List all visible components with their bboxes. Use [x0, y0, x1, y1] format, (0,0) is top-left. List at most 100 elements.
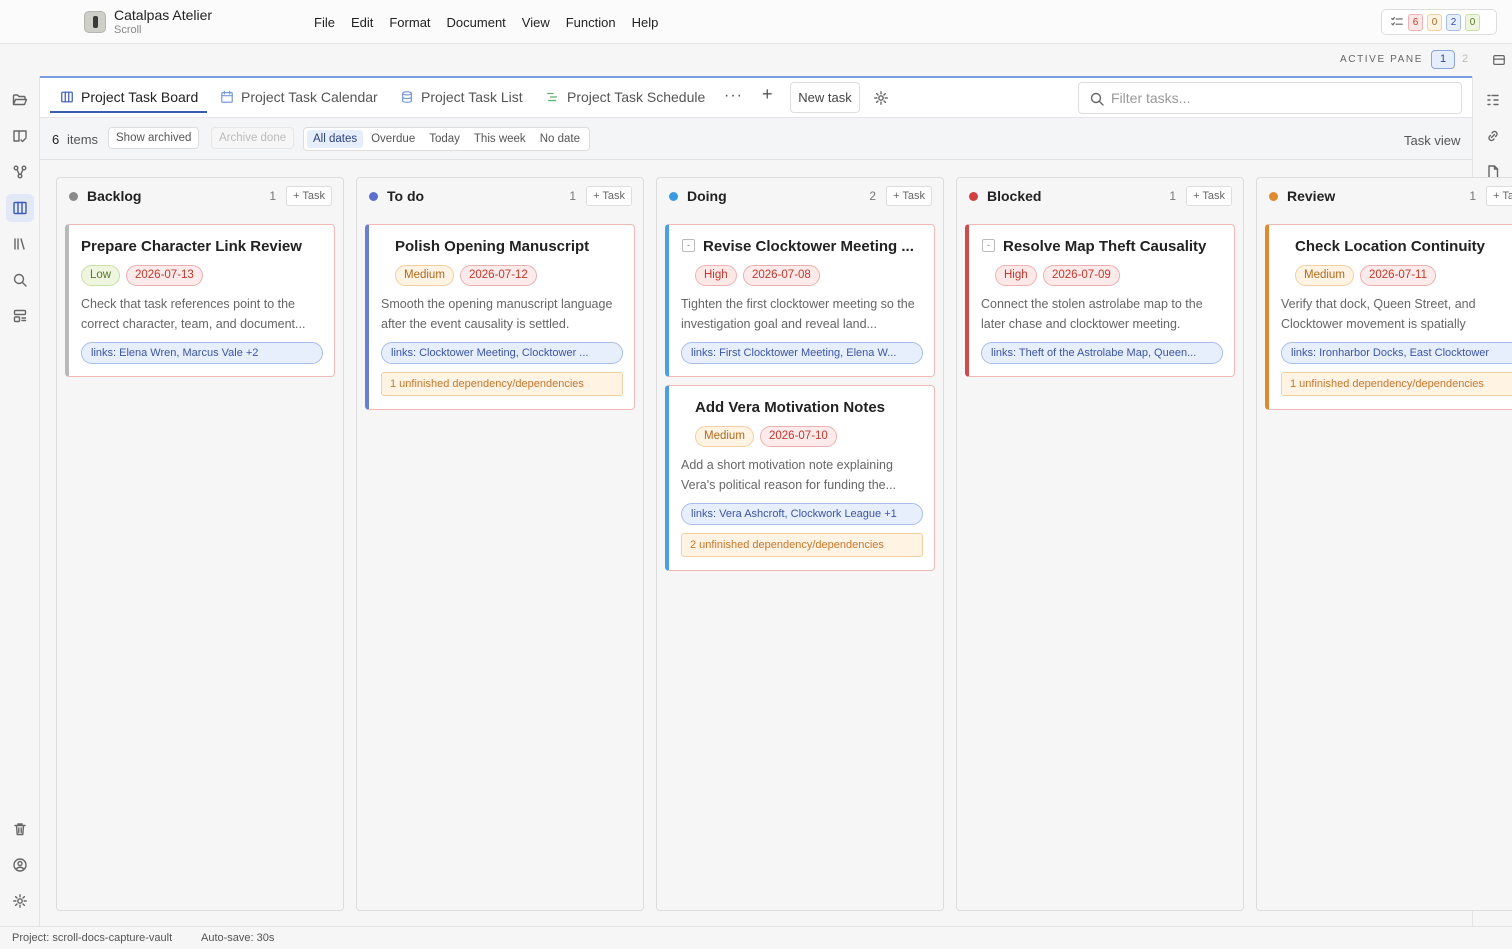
task-card[interactable]: Check Location Continuity Medium 2026-07-1… — [1265, 224, 1512, 410]
task-view-toggle[interactable]: Task view — [1404, 133, 1460, 148]
menu-function[interactable]: Function — [558, 15, 624, 30]
column-count: 1 — [569, 189, 576, 203]
menu-edit[interactable]: Edit — [343, 15, 381, 30]
task-title: Resolve Map Theft Causality — [1003, 238, 1207, 255]
column-count: 1 — [1469, 189, 1476, 203]
item-count: 6 — [52, 132, 60, 147]
dependency-warning: 2 unfinished dependency/dependencies — [681, 533, 923, 557]
menu-file[interactable]: File — [306, 15, 343, 30]
dependency-warning: 1 unfinished dependency/dependencies — [381, 372, 623, 396]
due-date-badge: 2026-07-11 — [1360, 265, 1436, 286]
tab-project-task-list[interactable]: Project Task List — [400, 78, 523, 115]
app-subtitle: Scroll — [114, 24, 142, 36]
date-filter-no-date[interactable]: No date — [534, 130, 586, 148]
library-icon[interactable] — [6, 230, 34, 258]
column-backlog: Backlog 1 + Task Prepare Character Link Rev… — [56, 177, 344, 911]
column-title: To do — [387, 188, 425, 204]
status-project: Project: scroll-docs-capture-vault — [12, 932, 173, 944]
date-filter-overdue[interactable]: Overdue — [365, 130, 421, 148]
search-icon[interactable] — [6, 266, 34, 294]
tab-project-task-calendar[interactable]: Project Task Calendar — [220, 78, 378, 115]
archive-done-button[interactable]: Archive done — [211, 127, 295, 149]
status-dot — [69, 192, 78, 201]
settings-icon[interactable] — [873, 90, 889, 106]
warning-count: 0 — [1427, 13, 1442, 31]
task-description: Connect the stolen astrolabe map to the … — [981, 297, 1203, 331]
pane-2-button[interactable]: 2 — [1462, 53, 1468, 65]
info-count: 2 — [1446, 13, 1461, 31]
add-task-button[interactable]: + Task — [886, 186, 932, 206]
task-card[interactable]: Polish Opening Manuscript Medium 2026-07-1… — [365, 224, 635, 410]
task-links[interactable]: links: First Clocktower Meeting, Elena W… — [681, 342, 923, 364]
graph-icon[interactable] — [6, 158, 34, 186]
task-card[interactable]: Prepare Character Link Review Low 2026-07-… — [65, 224, 335, 377]
priority-badge: Medium — [1295, 265, 1354, 286]
priority-badge: Medium — [395, 265, 454, 286]
add-task-button[interactable]: + Task — [586, 186, 632, 206]
task-links[interactable]: links: Theft of the Astrolabe Map, Queen… — [981, 342, 1223, 364]
tab-project-task-board[interactable]: Project Task Board — [60, 78, 198, 115]
date-filter-today[interactable]: Today — [423, 130, 466, 148]
error-count: 6 — [1408, 13, 1423, 31]
status-autosave: Auto-save: 30s — [201, 932, 275, 944]
left-rail — [0, 76, 40, 926]
column-doing: Doing 2 + Task - Revise Clocktower Meeting .… — [656, 177, 944, 911]
task-links[interactable]: links: Ironharbor Docks, East Clocktower — [1281, 342, 1512, 364]
trash-icon[interactable] — [6, 815, 34, 843]
link-icon[interactable] — [1479, 122, 1507, 150]
task-card[interactable]: Add Vera Motivation Notes Medium 2026-07-1… — [665, 385, 935, 571]
priority-badge: Low — [81, 265, 121, 286]
column-title: Review — [1287, 188, 1336, 204]
active-pane-label: ACTIVE PANE — [1340, 54, 1423, 65]
ok-count: 0 — [1465, 13, 1480, 31]
collapse-toggle[interactable]: - — [982, 239, 995, 252]
tab-project-task-schedule[interactable]: Project Task Schedule — [546, 78, 705, 115]
add-task-button[interactable]: + Task — [1186, 186, 1232, 206]
show-archived-button[interactable]: Show archived — [108, 127, 200, 149]
task-title: Add Vera Motivation Notes — [695, 399, 886, 416]
account-icon[interactable] — [6, 851, 34, 879]
add-task-button[interactable]: + Task — [1486, 186, 1512, 206]
date-filter-this-week[interactable]: This week — [468, 130, 532, 148]
app-name: Catalpas Atelier — [114, 7, 213, 23]
task-card[interactable]: - Resolve Map Theft Causality High 2026-07-… — [965, 224, 1235, 377]
task-title: Polish Opening Manuscript — [395, 238, 590, 255]
tab-bar: Project Task Board Project Task Calendar… — [40, 78, 1472, 118]
tab-label: Project Task Schedule — [567, 88, 706, 105]
layout-icon[interactable] — [6, 302, 34, 330]
folder-icon[interactable] — [6, 86, 34, 114]
collapse-toggle[interactable]: - — [682, 239, 695, 252]
add-tab-button[interactable]: + — [762, 84, 773, 105]
task-links[interactable]: links: Elena Wren, Marcus Vale +2 — [81, 342, 323, 364]
outline-icon[interactable] — [1479, 86, 1507, 114]
menu-document[interactable]: Document — [439, 15, 514, 30]
task-links[interactable]: links: Vera Ashcroft, Clockwork League +… — [681, 503, 923, 525]
dependency-warning: 1 unfinished dependency/dependencies — [1281, 372, 1512, 396]
filter-tasks-input[interactable] — [1111, 83, 1451, 113]
column-blocked: Blocked 1 + Task - Resolve Map Theft Causali… — [956, 177, 1244, 911]
filter-box — [1078, 82, 1462, 114]
status-dot — [369, 192, 378, 201]
app-logo — [84, 11, 106, 33]
task-title: Check Location Continuity — [1295, 238, 1486, 255]
task-description: Smooth the opening manuscript language a… — [381, 297, 613, 331]
due-date-badge: 2026-07-13 — [126, 265, 203, 286]
new-task-button[interactable]: New task — [790, 82, 860, 113]
task-description: Check that task references point to the … — [81, 297, 306, 331]
more-tabs-button[interactable]: ··· — [724, 87, 743, 105]
pane-1-button[interactable]: 1 — [1431, 50, 1455, 69]
book-icon[interactable] — [6, 122, 34, 150]
date-filter-all[interactable]: All dates — [307, 130, 364, 148]
task-card[interactable]: - Revise Clocktower Meeting ... High 2026-0… — [665, 224, 935, 377]
board-pane: Project Task Board Project Task Calendar… — [40, 76, 1512, 926]
board-icon[interactable] — [6, 194, 34, 222]
task-links[interactable]: links: Clocktower Meeting, Clocktower ..… — [381, 342, 623, 364]
task-description: Verify that dock, Queen Street, and Cloc… — [1281, 297, 1476, 331]
menu-help[interactable]: Help — [624, 15, 667, 30]
menu-view[interactable]: View — [514, 15, 558, 30]
menu-format[interactable]: Format — [381, 15, 438, 30]
add-task-button[interactable]: + Task — [286, 186, 332, 206]
settings-icon[interactable] — [6, 887, 34, 915]
issue-counter[interactable]: 6 0 2 0 — [1381, 9, 1497, 35]
pane-layout-icon[interactable] — [1492, 53, 1506, 67]
